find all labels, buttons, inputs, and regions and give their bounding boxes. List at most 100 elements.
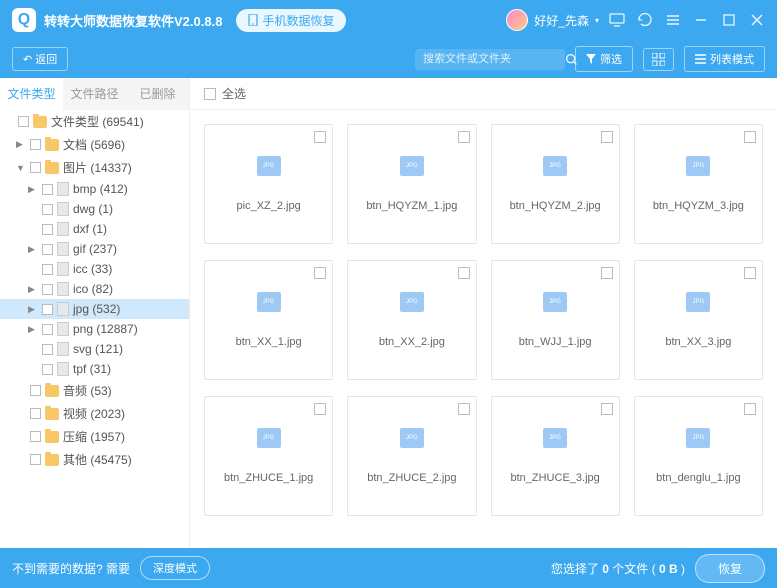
tree-arrow-icon[interactable]: ▶	[16, 139, 26, 150]
tree-checkbox[interactable]	[18, 116, 29, 127]
back-button[interactable]: ↶返回	[12, 47, 68, 71]
tree-checkbox[interactable]	[42, 324, 53, 335]
tree-checkbox[interactable]	[42, 304, 53, 315]
tree-item[interactable]: 压缩 (1957)	[0, 425, 189, 448]
tree-item-label: jpg (532)	[73, 302, 120, 316]
tree-checkbox[interactable]	[30, 454, 41, 465]
file-card[interactable]: JPGbtn_XX_2.jpg	[347, 260, 476, 380]
tree-item-label: png (12887)	[73, 322, 138, 336]
tree-item[interactable]: icc (33)	[0, 259, 189, 279]
file-card[interactable]: JPGpic_XZ_2.jpg	[204, 124, 333, 244]
minimize-icon[interactable]	[693, 12, 709, 28]
search-input[interactable]	[423, 53, 565, 65]
file-card[interactable]: JPGbtn_WJJ_1.jpg	[491, 260, 620, 380]
tree-item[interactable]: ▶ico (82)	[0, 279, 189, 299]
jpg-thumb-icon: JPG	[543, 428, 567, 448]
file-checkbox[interactable]	[314, 403, 326, 415]
tree-item-label: 其他 (45475)	[63, 451, 132, 468]
jpg-thumb-icon: JPG	[400, 292, 424, 312]
file-card[interactable]: JPGbtn_denglu_1.jpg	[634, 396, 763, 516]
selection-status: 您选择了 0 个文件 ( 0 B )	[551, 560, 685, 577]
grid-view-button[interactable]	[643, 48, 674, 71]
search-box[interactable]	[415, 49, 565, 70]
file-checkbox[interactable]	[601, 131, 613, 143]
tree-checkbox[interactable]	[42, 344, 53, 355]
tree-checkbox[interactable]	[42, 284, 53, 295]
tree-item[interactable]: 其他 (45475)	[0, 448, 189, 471]
maximize-icon[interactable]	[721, 12, 737, 28]
tree-checkbox[interactable]	[30, 162, 41, 173]
tree-item[interactable]: dwg (1)	[0, 199, 189, 219]
tree-item[interactable]: ▼图片 (14337)	[0, 156, 189, 179]
phone-icon	[248, 14, 258, 26]
list-mode-button[interactable]: 列表模式	[684, 46, 765, 72]
mobile-recovery-button[interactable]: 手机数据恢复	[236, 9, 346, 32]
tree-item[interactable]: ▶ png (12887)	[0, 319, 189, 339]
file-card[interactable]: JPGbtn_HQYZM_2.jpg	[491, 124, 620, 244]
tree-checkbox[interactable]	[30, 431, 41, 442]
tree-checkbox[interactable]	[42, 244, 53, 255]
tree-checkbox[interactable]	[30, 408, 41, 419]
file-checkbox[interactable]	[314, 267, 326, 279]
tab-file-type[interactable]: 文件类型	[0, 78, 63, 110]
file-checkbox[interactable]	[744, 403, 756, 415]
file-card[interactable]: JPGbtn_ZHUCE_2.jpg	[347, 396, 476, 516]
recover-button[interactable]: 恢复	[695, 554, 765, 583]
refresh-icon[interactable]	[637, 12, 653, 28]
tree-checkbox[interactable]	[42, 184, 53, 195]
tree-item[interactable]: ▶gif (237)	[0, 239, 189, 259]
filter-button[interactable]: 筛选	[575, 46, 633, 72]
file-card[interactable]: JPGbtn_ZHUCE_1.jpg	[204, 396, 333, 516]
file-checkbox[interactable]	[458, 267, 470, 279]
file-checkbox[interactable]	[744, 131, 756, 143]
tree-arrow-icon[interactable]: ▶	[28, 324, 38, 335]
select-all-checkbox[interactable]	[204, 88, 216, 100]
tree-checkbox[interactable]	[42, 204, 53, 215]
folder-icon	[45, 162, 59, 174]
tree-item[interactable]: svg (121)	[0, 339, 189, 359]
tree-checkbox[interactable]	[42, 224, 53, 235]
file-checkbox[interactable]	[744, 267, 756, 279]
user-area[interactable]: 好好_先森 ▾	[506, 9, 599, 31]
jpg-thumb-icon: JPG	[543, 292, 567, 312]
file-card[interactable]: JPG btn_HQYZM_3.jpg	[634, 124, 763, 244]
file-card[interactable]: JPGbtn_ZHUCE_3.jpg	[491, 396, 620, 516]
close-icon[interactable]	[749, 12, 765, 28]
tree-item[interactable]: tpf (31)	[0, 359, 189, 379]
file-icon	[57, 342, 69, 356]
tree-checkbox[interactable]	[30, 139, 41, 150]
tab-file-path[interactable]: 文件路径	[63, 78, 126, 110]
file-checkbox[interactable]	[458, 131, 470, 143]
tree-arrow-icon[interactable]: ▶	[28, 284, 38, 295]
file-checkbox[interactable]	[601, 267, 613, 279]
tree-arrow-icon[interactable]: ▶	[28, 304, 38, 315]
file-name: btn_HQYZM_1.jpg	[366, 200, 457, 212]
file-card[interactable]: JPGbtn_HQYZM_1.jpg	[347, 124, 476, 244]
tree-item[interactable]: dxf (1)	[0, 219, 189, 239]
file-checkbox[interactable]	[314, 131, 326, 143]
tree-arrow-icon[interactable]: ▶	[28, 184, 38, 195]
menu-icon[interactable]	[665, 12, 681, 28]
file-card[interactable]: JPGbtn_XX_3.jpg	[634, 260, 763, 380]
tree-item[interactable]: 音频 (53)	[0, 379, 189, 402]
tree-item[interactable]: 文件类型 (69541)	[0, 110, 189, 133]
tree-arrow-icon[interactable]: ▼	[16, 163, 26, 173]
tree-checkbox[interactable]	[42, 364, 53, 375]
file-checkbox[interactable]	[458, 403, 470, 415]
file-card[interactable]: JPGbtn_XX_1.jpg	[204, 260, 333, 380]
sidebar-tabs: 文件类型 文件路径 已删除	[0, 78, 189, 110]
tree-item[interactable]: ▶bmp (412)	[0, 179, 189, 199]
tree-checkbox[interactable]	[42, 264, 53, 275]
tree-item[interactable]: ▶ jpg (532)	[0, 299, 189, 319]
file-checkbox[interactable]	[601, 403, 613, 415]
deep-mode-button[interactable]: 深度模式	[140, 556, 210, 580]
tree-checkbox[interactable]	[30, 385, 41, 396]
monitor-icon[interactable]	[609, 12, 625, 28]
tab-deleted[interactable]: 已删除	[126, 78, 189, 110]
tree-item[interactable]: ▶文档 (5696)	[0, 133, 189, 156]
tree-item[interactable]: 视频 (2023)	[0, 402, 189, 425]
jpg-thumb-icon: JPG	[686, 156, 710, 176]
file-name: btn_HQYZM_3.jpg	[653, 200, 744, 212]
jpg-thumb-icon: JPG	[257, 428, 281, 448]
tree-arrow-icon[interactable]: ▶	[28, 244, 38, 255]
